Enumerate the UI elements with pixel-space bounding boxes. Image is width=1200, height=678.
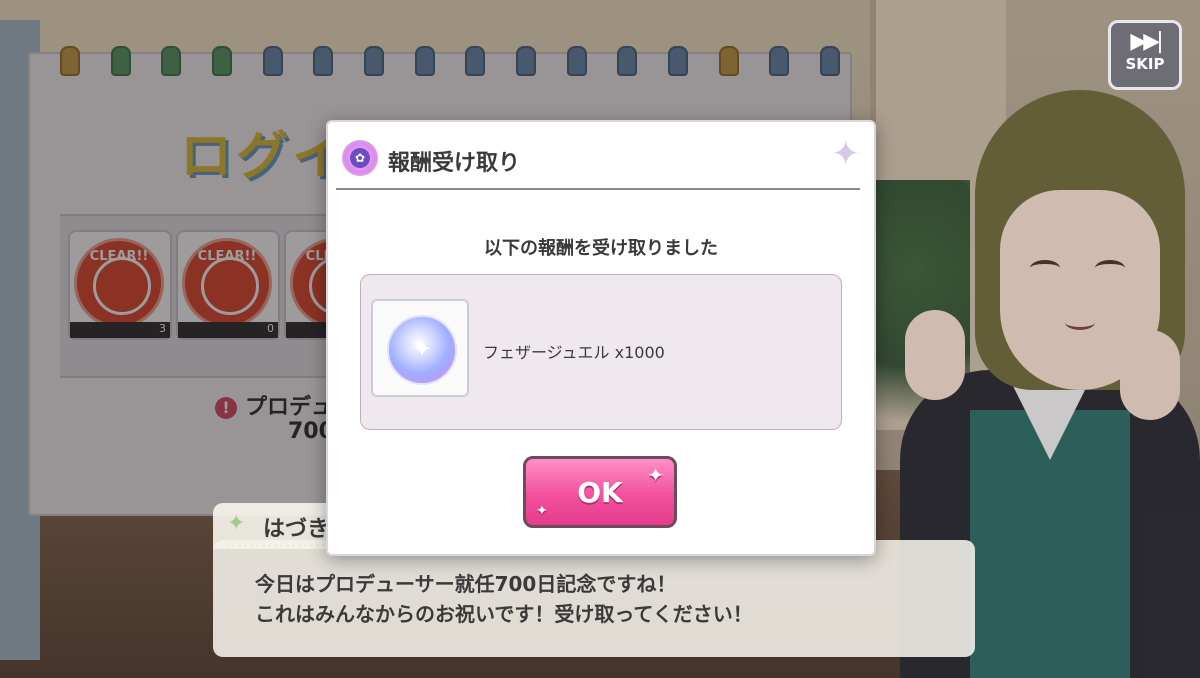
item-frame bbox=[371, 299, 469, 397]
ok-button[interactable]: OK ✦ ✦ bbox=[523, 456, 677, 528]
sparkle-icon: ✦ bbox=[831, 134, 861, 174]
dialogue-line-1: 今日はプロデューサー就任700日記念ですね！ bbox=[255, 572, 677, 596]
modal-title: 報酬受け取り bbox=[388, 151, 521, 176]
skip-label: SKIP bbox=[1125, 55, 1165, 73]
dialogue-line-2: これはみんなからのお祝いです！受け取ってください！ bbox=[255, 602, 753, 626]
modal-message: 以下の報酬を受け取りました bbox=[484, 238, 718, 259]
sparkle-icon: ✦ bbox=[227, 511, 246, 536]
reward-modal: ✿ 報酬受け取り ✦ 以下の報酬を受け取りました フェザージュエル x1000 … bbox=[326, 120, 876, 556]
sparkle-icon: ✦ bbox=[536, 503, 548, 519]
dialogue-box[interactable]: 今日はプロデューサー就任700日記念ですね！ これはみんなからのお祝いです！受け… bbox=[213, 540, 975, 657]
feather-jewel-icon bbox=[387, 315, 457, 385]
reward-icon: ✿ bbox=[342, 140, 378, 176]
sparkle-icon: ✦ bbox=[647, 463, 664, 487]
modal-header: ✿ 報酬受け取り ✦ bbox=[336, 134, 860, 190]
speaker-name: はづき bbox=[263, 517, 330, 542]
reward-name: フェザージュエル x1000 bbox=[483, 343, 665, 362]
fast-forward-icon: ▶▶| bbox=[1130, 29, 1163, 54]
reward-panel: フェザージュエル x1000 bbox=[360, 274, 842, 430]
skip-button[interactable]: ▶▶| SKIP bbox=[1108, 20, 1182, 90]
ok-label: OK bbox=[577, 475, 623, 509]
